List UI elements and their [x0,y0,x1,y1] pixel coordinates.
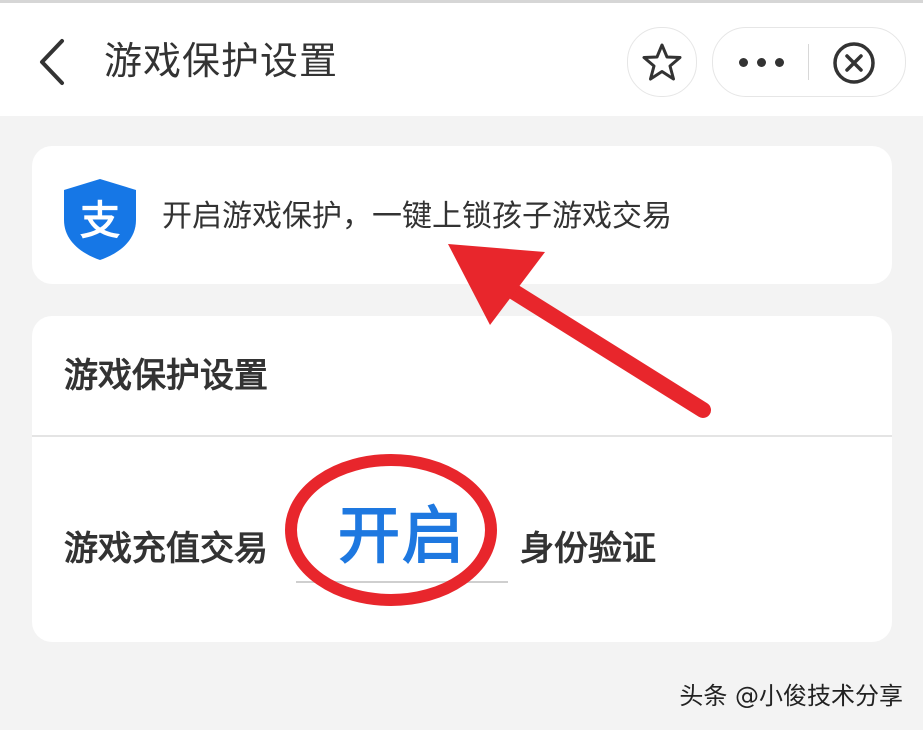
setting-row-game-recharge: 游戏充值交易 开启 身份验证 [32,437,892,642]
setting-row-label: 游戏充值交易 [64,529,268,569]
setting-row-suffix: 身份验证 [520,529,656,569]
more-dots-icon [775,58,784,67]
capsule-divider [808,44,809,80]
back-button[interactable] [30,35,80,89]
alipay-logo-text: 支 [80,198,120,244]
settings-card: 游戏保护设置 游戏充值交易 开启 身份验证 [32,316,892,642]
favorite-button[interactable] [627,27,697,97]
enable-button-label: 开启 [338,499,467,572]
page-title: 游戏保护设置 [104,39,339,83]
enable-button[interactable]: 开启 [296,487,508,583]
chevron-left-icon [40,39,64,85]
section-title: 游戏保护设置 [64,356,268,396]
alipay-shield-logo: 支 [64,179,136,260]
close-circle-icon [833,42,875,84]
more-dots-icon [739,58,748,67]
watermark: 头条 @小俊技术分享 [679,682,903,710]
star-icon [642,43,682,81]
nav-bar: 游戏保护设置 [0,3,923,116]
close-button[interactable] [831,40,877,86]
protection-banner-card[interactable]: 支 开启游戏保护，一键上锁孩子游戏交易 [32,146,892,284]
more-dots-icon [757,58,766,67]
mini-program-capsule [712,27,906,97]
more-button[interactable] [713,28,809,96]
banner-text: 开启游戏保护，一键上锁孩子游戏交易 [162,199,672,234]
